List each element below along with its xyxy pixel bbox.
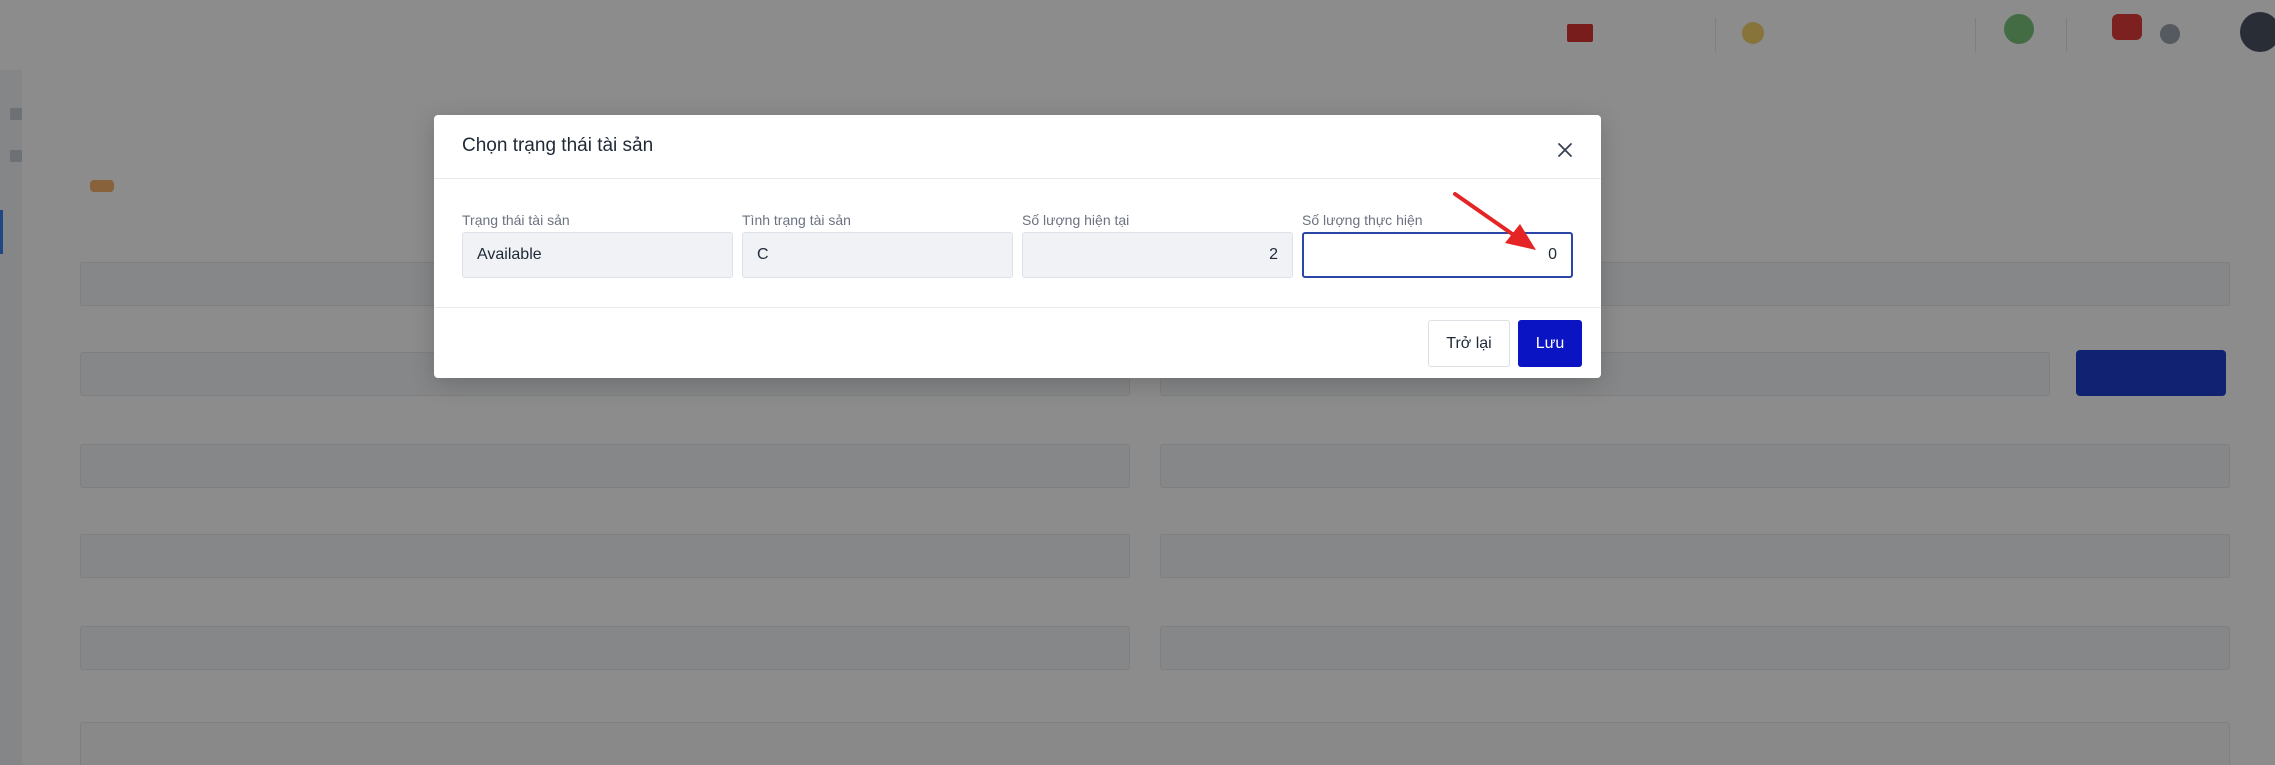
asset-status-input[interactable] bbox=[462, 232, 733, 278]
asset-status-label: Trạng thái tài sản bbox=[462, 212, 570, 228]
current-quantity-label: Số lượng hiện tại bbox=[1022, 212, 1130, 228]
back-button[interactable]: Trở lại bbox=[1428, 320, 1510, 367]
modal-footer-divider bbox=[434, 307, 1601, 308]
asset-status-modal: Chọn trạng thái tài sản Trạng thái tài s… bbox=[434, 115, 1601, 378]
close-button[interactable] bbox=[1554, 139, 1576, 161]
modal-title: Chọn trạng thái tài sản bbox=[462, 135, 654, 156]
asset-condition-label: Tình trạng tài sản bbox=[742, 212, 851, 228]
asset-condition-input[interactable] bbox=[742, 232, 1013, 278]
executed-quantity-input[interactable] bbox=[1302, 232, 1573, 278]
close-icon bbox=[1558, 143, 1572, 157]
modal-header: Chọn trạng thái tài sản bbox=[434, 115, 1601, 179]
current-quantity-input[interactable] bbox=[1022, 232, 1293, 278]
save-button[interactable]: Lưu bbox=[1518, 320, 1582, 367]
executed-quantity-label: Số lượng thực hiện bbox=[1302, 212, 1423, 228]
